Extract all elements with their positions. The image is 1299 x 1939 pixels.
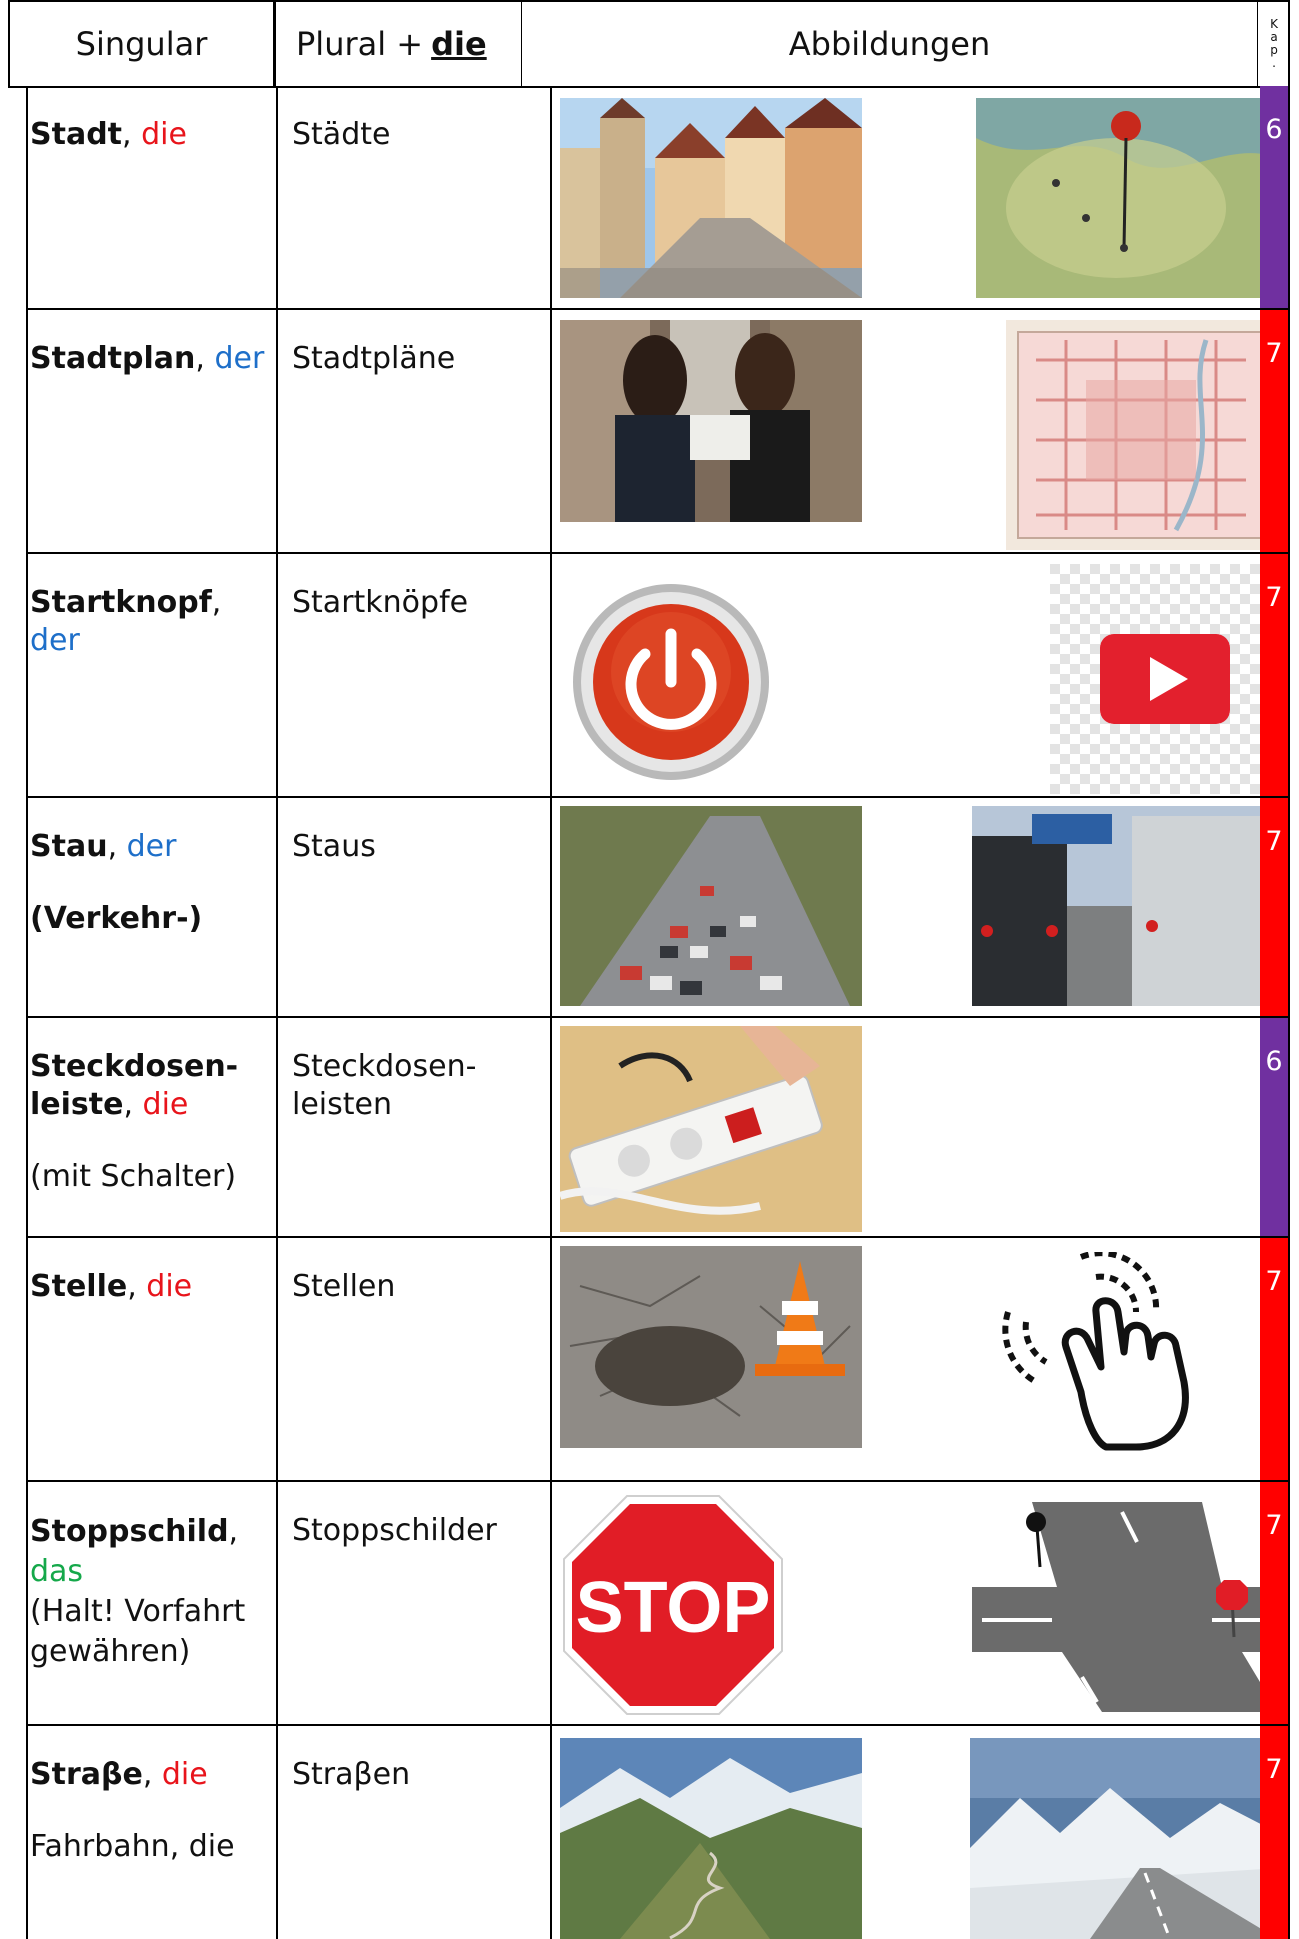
singular-cell: Straβe, die Fahrbahn, die bbox=[28, 1726, 278, 1939]
table-row: Stau, der (Verkehr-) Staus 7 bbox=[28, 798, 1288, 1018]
red-power-button-icon bbox=[560, 582, 782, 782]
singular-cell: Stoppschild, das (Halt! Vorfahrt gewähre… bbox=[28, 1482, 278, 1724]
images-cell bbox=[552, 798, 1286, 1016]
chapter-badge: 7 bbox=[1260, 798, 1288, 1016]
images-cell bbox=[552, 554, 1286, 796]
plural-cell: Stadtpläne bbox=[278, 310, 552, 552]
table-row: Steckdosen- leiste, die (mit Schalter) S… bbox=[28, 1018, 1288, 1238]
chapter-badge: 6 bbox=[1260, 1018, 1288, 1236]
plural-cell: Straβen bbox=[278, 1726, 552, 1939]
chapter-badge: 7 bbox=[1260, 1726, 1288, 1939]
chapter-badge: 7 bbox=[1260, 1482, 1288, 1724]
header-images: Abbildungen bbox=[522, 2, 1258, 86]
header-plural-article: die bbox=[431, 25, 487, 63]
chapter-badge: 7 bbox=[1260, 310, 1288, 552]
map-pin-bonn-photo bbox=[976, 98, 1278, 298]
old-town-street-photo bbox=[560, 98, 862, 298]
tap-hand-icon bbox=[986, 1252, 1278, 1452]
traffic-jam-road-photo bbox=[972, 806, 1278, 1006]
singular-cell: Stelle, die bbox=[28, 1238, 278, 1480]
table-header: Singular Plural + die Abbildungen K a p … bbox=[8, 0, 1290, 88]
plural-cell: Steckdosen- leisten bbox=[278, 1018, 552, 1236]
women-reading-map-photo bbox=[560, 320, 862, 522]
intersection-stop-sign-illustration bbox=[972, 1502, 1278, 1712]
table-row: Stadtplan, der Stadtpläne 7 bbox=[28, 310, 1288, 554]
stop-sign-image: STOP bbox=[562, 1494, 784, 1716]
chapter-badge: 7 bbox=[1260, 554, 1288, 796]
snowy-mountain-road-photo bbox=[970, 1738, 1278, 1939]
pothole-traffic-cone-photo bbox=[560, 1246, 862, 1448]
plural-cell: Stellen bbox=[278, 1238, 552, 1480]
images-cell bbox=[552, 1726, 1286, 1939]
images-cell bbox=[552, 1018, 1286, 1236]
mountain-pass-road-photo bbox=[560, 1738, 862, 1939]
svg-text:STOP: STOP bbox=[576, 1568, 771, 1648]
plural-cell: Städte bbox=[278, 86, 552, 308]
images-cell bbox=[552, 86, 1286, 308]
plural-cell: Staus bbox=[278, 798, 552, 1016]
table-row: Stoppschild, das (Halt! Vorfahrt gewähre… bbox=[28, 1482, 1288, 1726]
table-row: Straβe, die Fahrbahn, die Straβen 7 bbox=[28, 1726, 1288, 1939]
header-plural-label: Plural + bbox=[296, 25, 424, 63]
images-cell bbox=[552, 310, 1286, 552]
singular-cell: Stadtplan, der bbox=[28, 310, 278, 552]
city-map-munich-image bbox=[1006, 320, 1278, 550]
table-row: Startknopf, der Startknöpfe 7 bbox=[28, 554, 1288, 798]
table-row: Stadt, die Städte 6 bbox=[28, 86, 1288, 310]
singular-cell: Steckdosen- leiste, die (mit Schalter) bbox=[28, 1018, 278, 1236]
images-cell bbox=[552, 1238, 1286, 1480]
singular-cell: Stadt, die bbox=[28, 86, 278, 308]
plural-cell: Stoppschilder bbox=[278, 1482, 552, 1724]
table-row: Stelle, die Stellen 7 bbox=[28, 1238, 1288, 1482]
power-strip-switch-photo bbox=[560, 1026, 862, 1232]
header-plural: Plural + die bbox=[276, 2, 522, 86]
header-singular: Singular bbox=[10, 2, 276, 86]
chapter-badge: 6 bbox=[1260, 86, 1288, 308]
images-cell: STOP bbox=[552, 1482, 1286, 1724]
play-button-icon bbox=[1050, 564, 1278, 794]
header-chapter: K a p . bbox=[1270, 17, 1278, 70]
plural-cell: Startknöpfe bbox=[278, 554, 552, 796]
traffic-jam-aerial-photo bbox=[560, 806, 862, 1006]
singular-cell: Stau, der (Verkehr-) bbox=[28, 798, 278, 1016]
vocabulary-table: Stadt, die Städte 6 Stadtplan, der Stadt… bbox=[26, 86, 1290, 1939]
chapter-badge: 7 bbox=[1260, 1238, 1288, 1480]
singular-cell: Startknopf, der bbox=[28, 554, 278, 796]
